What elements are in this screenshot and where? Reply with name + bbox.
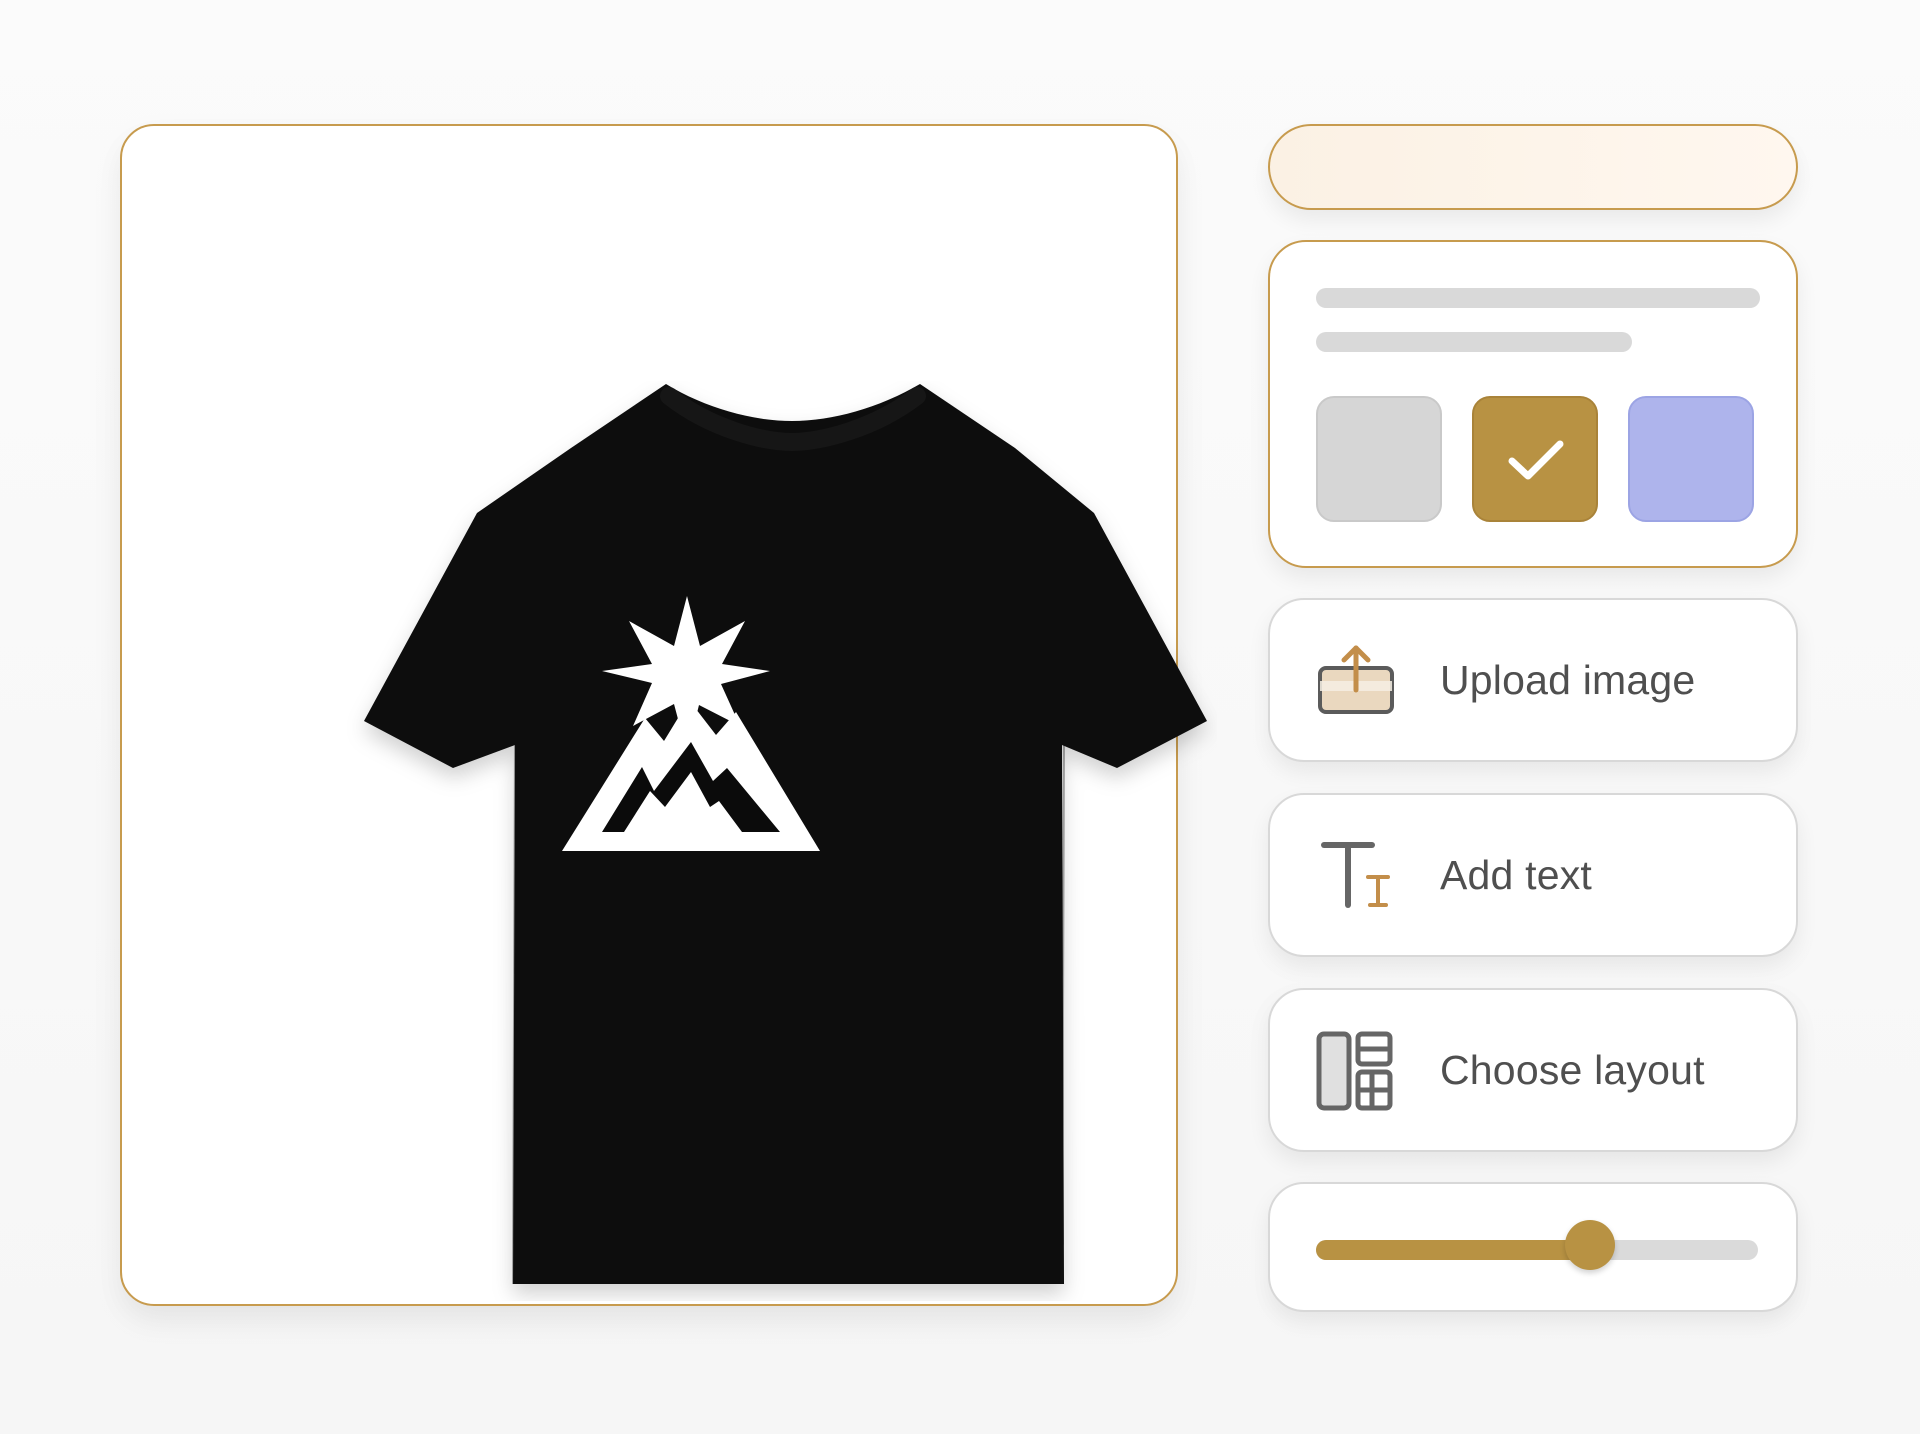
top-toolbar-bar [1268, 124, 1798, 210]
size-slider-card [1268, 1182, 1798, 1312]
slider-thumb[interactable] [1565, 1220, 1616, 1270]
text-icon [1314, 833, 1398, 917]
upload-image-icon [1314, 638, 1398, 722]
t-shirt-preview [364, 384, 1207, 1285]
color-picker-card [1268, 240, 1798, 568]
check-icon [1508, 440, 1564, 480]
upload-image-label: Upload image [1440, 656, 1696, 703]
placeholder-line [1316, 288, 1760, 308]
choose-layout-label: Choose layout [1440, 1046, 1705, 1093]
placeholder-line [1316, 332, 1632, 352]
slider-track[interactable] [1316, 1240, 1758, 1260]
color-swatch-gold[interactable] [1472, 396, 1598, 522]
add-text-button[interactable]: Add text [1268, 793, 1798, 957]
layout-icon [1314, 1028, 1398, 1112]
upload-image-button[interactable]: Upload image [1268, 598, 1798, 762]
shirt-preview-panel [120, 124, 1207, 1306]
color-swatch-gray[interactable] [1316, 396, 1442, 522]
slider-fill [1316, 1240, 1591, 1260]
customizer-screen: Upload image Add text Choose layout [0, 0, 1920, 1434]
choose-layout-button[interactable]: Choose layout [1268, 988, 1798, 1152]
add-text-label: Add text [1440, 851, 1593, 898]
color-swatch-lavender[interactable] [1628, 396, 1754, 522]
